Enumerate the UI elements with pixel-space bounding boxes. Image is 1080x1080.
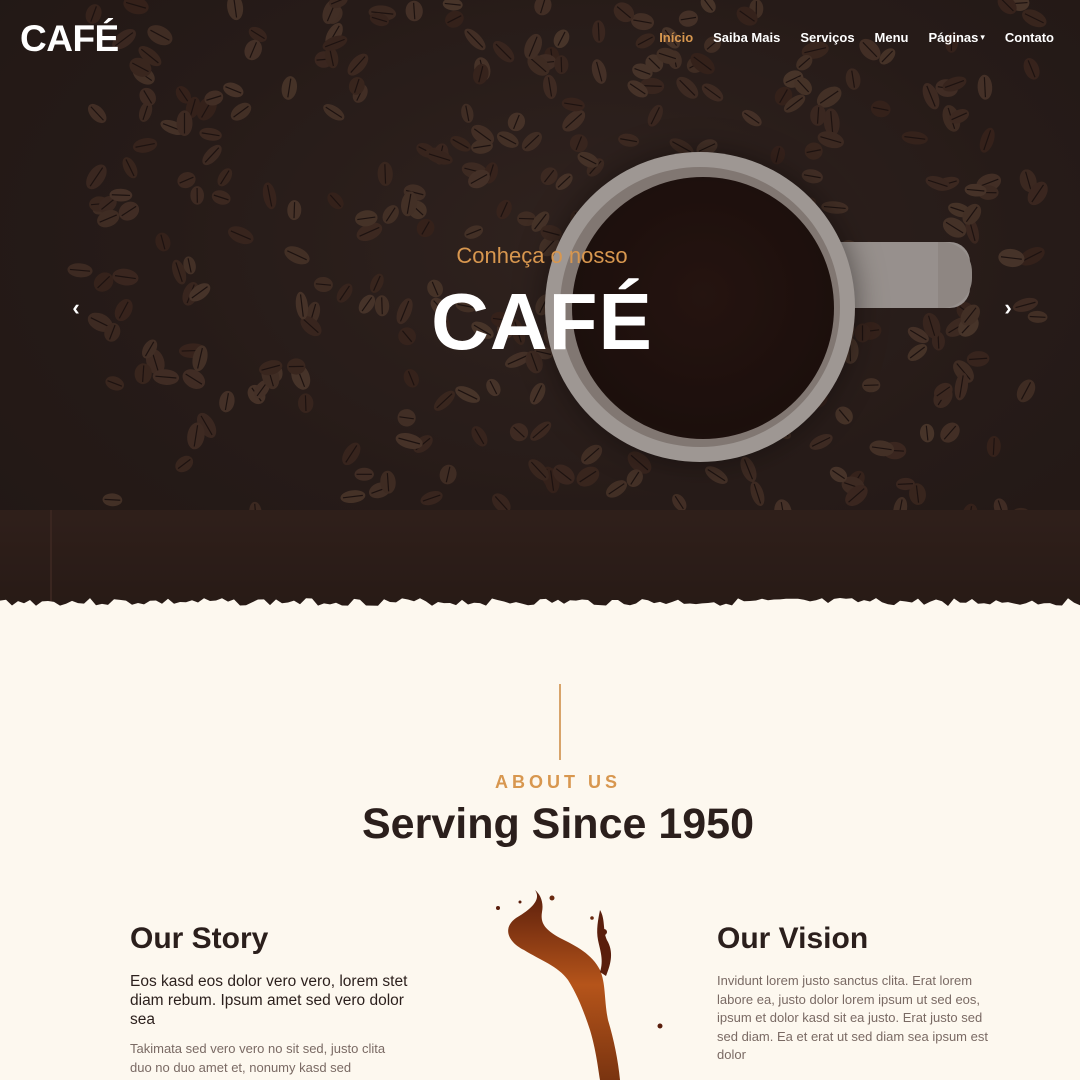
section-divider-line: [559, 684, 561, 760]
nav-item-inicio[interactable]: Início: [659, 30, 693, 45]
nav-item-servicos[interactable]: Serviços: [800, 30, 854, 45]
torn-paper-divider: [0, 598, 1080, 620]
caret-down-icon: ▾: [980, 32, 985, 42]
vision-title: Our Vision: [717, 922, 869, 955]
story-body-text: Takimata sed vero vero no sit sed, justo…: [130, 1041, 386, 1075]
coffee-splash-image: [496, 890, 663, 1080]
section-title: Serving Since 1950: [362, 800, 754, 848]
site-logo[interactable]: CAFÉ: [20, 18, 119, 60]
hero-title: CAFÉ: [431, 277, 653, 366]
nav-item-contato[interactable]: Contato: [1005, 30, 1054, 45]
nav-item-label: Páginas: [928, 30, 979, 45]
chevron-right-icon[interactable]: ›: [998, 296, 1018, 320]
nav-item-paginas-dropdown[interactable]: Páginas ▾: [929, 30, 985, 45]
nav-item-saiba-mais[interactable]: Saiba Mais: [713, 30, 780, 45]
story-title: Our Story: [130, 922, 269, 955]
vision-body-text: Invidunt lorem justo sanctus clita. Erat…: [717, 973, 988, 1062]
section-eyebrow: ABOUT US: [495, 772, 621, 792]
nav-item-menu[interactable]: Menu: [875, 30, 909, 45]
story-lead-text: Eos kasd eos dolor vero vero, lorem stet…: [130, 973, 408, 1028]
chevron-left-icon[interactable]: ‹: [66, 296, 86, 320]
main-nav: Início Saiba Mais Serviços Menu Páginas ▾…: [639, 30, 1054, 45]
hero-subtitle: Conheça o nosso: [456, 243, 628, 268]
